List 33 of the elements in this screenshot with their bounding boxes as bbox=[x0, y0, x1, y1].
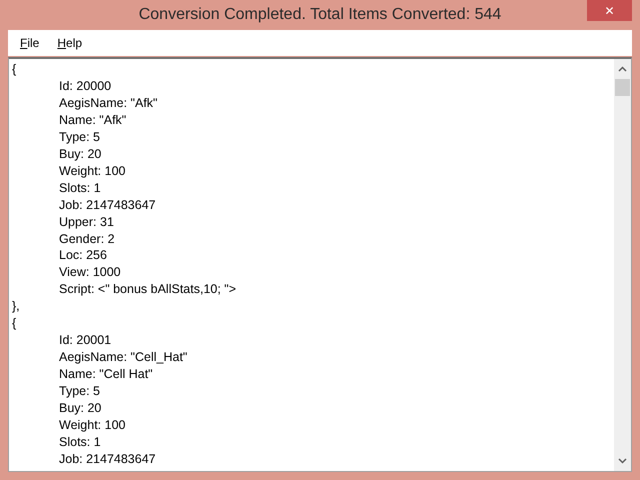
text-line: AegisName: "Cell_Hat" bbox=[58, 349, 188, 366]
text-line: Name: "Afk" bbox=[58, 112, 128, 129]
brace-line: { bbox=[11, 61, 18, 78]
window-title: Conversion Completed. Total Items Converted: 544 bbox=[138, 6, 502, 24]
scroll-up-icon[interactable] bbox=[618, 66, 627, 72]
text-line: Id: 20000 bbox=[58, 78, 112, 95]
text-line: Weight: 100 bbox=[58, 162, 126, 180]
brace-line: { bbox=[11, 315, 18, 332]
scrollbar-thumb[interactable] bbox=[615, 79, 630, 96]
brace-line: }, bbox=[11, 298, 21, 316]
text-line: AegisName: "Afk" bbox=[58, 94, 158, 112]
menu-item[interactable]: File bbox=[12, 34, 48, 52]
text-line: Script: <" bonus bAllStats,10; "> bbox=[58, 281, 238, 298]
text-line: Weight: 100 bbox=[58, 417, 126, 434]
text-line: Name: "Cell Hat" bbox=[58, 366, 154, 384]
text-line: View: 1000 bbox=[58, 264, 122, 282]
menu-item[interactable]: Help bbox=[49, 34, 90, 52]
text-line: Type: 5 bbox=[58, 383, 101, 400]
text-line: Buy: 20 bbox=[58, 400, 102, 418]
text-line: Buy: 20 bbox=[58, 146, 102, 163]
text-line: Upper: 31 bbox=[58, 214, 115, 231]
scroll-down-icon[interactable] bbox=[618, 458, 627, 464]
text-editor[interactable] bbox=[8, 57, 632, 472]
text-line: Slots: 1 bbox=[58, 180, 102, 197]
text-line: Job: 2147483647 bbox=[58, 450, 157, 468]
close-button[interactable]: ✕ bbox=[587, 0, 632, 21]
scrollbar[interactable] bbox=[614, 59, 631, 471]
text-line: Slots: 1 bbox=[58, 434, 102, 451]
text-line: Gender: 2 bbox=[58, 230, 116, 248]
text-line: Id: 20001 bbox=[58, 332, 112, 350]
text-line: Job: 2147483647 bbox=[58, 196, 157, 214]
text-line: Type: 5 bbox=[58, 128, 101, 146]
text-line: Loc: 256 bbox=[58, 247, 108, 264]
